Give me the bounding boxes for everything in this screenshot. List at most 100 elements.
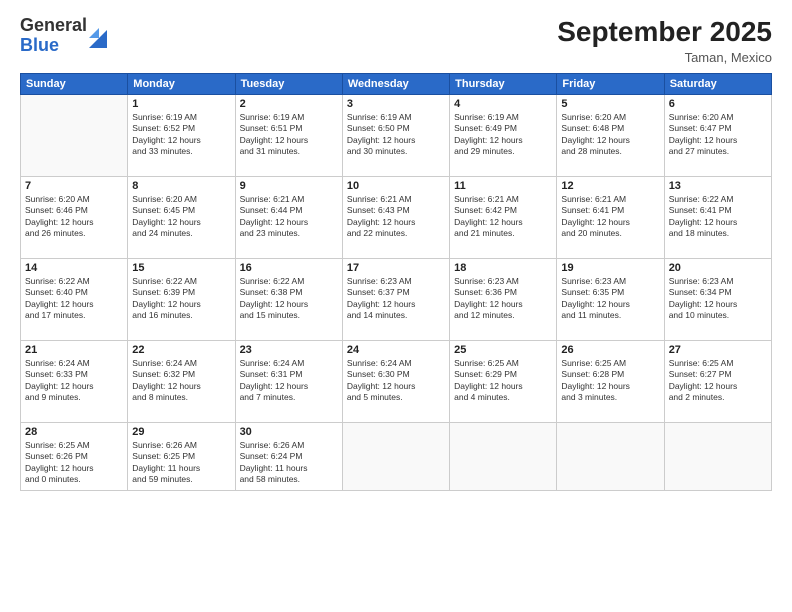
day-info: Sunrise: 6:24 AMSunset: 6:31 PMDaylight:… xyxy=(240,358,338,404)
day-info: Sunrise: 6:25 AMSunset: 6:26 PMDaylight:… xyxy=(25,440,123,486)
day-info: Sunrise: 6:26 AMSunset: 6:24 PMDaylight:… xyxy=(240,440,338,486)
table-row: 20 Sunrise: 6:23 AMSunset: 6:34 PMDayligh… xyxy=(664,259,771,341)
day-info: Sunrise: 6:23 AMSunset: 6:35 PMDaylight:… xyxy=(561,276,659,322)
day-number: 25 xyxy=(454,344,552,356)
day-info: Sunrise: 6:24 AMSunset: 6:30 PMDaylight:… xyxy=(347,358,445,404)
day-number: 19 xyxy=(561,262,659,274)
day-info: Sunrise: 6:24 AMSunset: 6:32 PMDaylight:… xyxy=(132,358,230,404)
table-row xyxy=(557,423,664,491)
table-row: 24 Sunrise: 6:24 AMSunset: 6:30 PMDayligh… xyxy=(342,341,449,423)
day-number: 17 xyxy=(347,262,445,274)
table-row: 12Sunrise: 6:21 AMSunset: 6:41 PMDayligh… xyxy=(557,177,664,259)
day-info: Sunrise: 6:21 AMSunset: 6:42 PMDaylight:… xyxy=(454,194,552,240)
day-info: Sunrise: 6:19 AMSunset: 6:51 PMDaylight:… xyxy=(240,112,338,158)
day-number: 2 xyxy=(240,98,338,110)
day-info: Sunrise: 6:25 AMSunset: 6:27 PMDaylight:… xyxy=(669,358,767,404)
day-number: 4 xyxy=(454,98,552,110)
calendar-header-row: Sunday Monday Tuesday Wednesday Thursday… xyxy=(21,74,772,95)
table-row: 30 Sunrise: 6:26 AMSunset: 6:24 PMDayligh… xyxy=(235,423,342,491)
day-number: 24 xyxy=(347,344,445,356)
table-row xyxy=(342,423,449,491)
logo: General Blue xyxy=(20,16,107,56)
day-info: Sunrise: 6:20 AMSunset: 6:45 PMDaylight:… xyxy=(132,194,230,240)
col-friday: Friday xyxy=(557,74,664,95)
day-info: Sunrise: 6:19 AMSunset: 6:49 PMDaylight:… xyxy=(454,112,552,158)
month-title: September 2025 xyxy=(557,16,772,48)
header: General Blue September 2025 Taman, Mexic… xyxy=(20,16,772,65)
table-row: 14 Sunrise: 6:22 AMSunset: 6:40 PMDayligh… xyxy=(21,259,128,341)
day-number: 6 xyxy=(669,98,767,110)
day-number: 18 xyxy=(454,262,552,274)
day-number: 5 xyxy=(561,98,659,110)
day-info: Sunrise: 6:20 AMSunset: 6:46 PMDaylight:… xyxy=(25,194,123,240)
table-row xyxy=(450,423,557,491)
day-info: Sunrise: 6:22 AMSunset: 6:38 PMDaylight:… xyxy=(240,276,338,322)
day-info: Sunrise: 6:23 AMSunset: 6:36 PMDaylight:… xyxy=(454,276,552,322)
table-row: 25 Sunrise: 6:25 AMSunset: 6:29 PMDayligh… xyxy=(450,341,557,423)
day-number: 9 xyxy=(240,180,338,192)
table-row: 3Sunrise: 6:19 AMSunset: 6:50 PMDaylight… xyxy=(342,95,449,177)
day-number: 22 xyxy=(132,344,230,356)
col-wednesday: Wednesday xyxy=(342,74,449,95)
table-row: 1 Sunrise: 6:19 AMSunset: 6:52 PMDaylight… xyxy=(128,95,235,177)
table-row: 19 Sunrise: 6:23 AMSunset: 6:35 PMDayligh… xyxy=(557,259,664,341)
table-row: 11 Sunrise: 6:21 AMSunset: 6:42 PMDayligh… xyxy=(450,177,557,259)
day-info: Sunrise: 6:20 AMSunset: 6:47 PMDaylight:… xyxy=(669,112,767,158)
calendar: Sunday Monday Tuesday Wednesday Thursday… xyxy=(20,73,772,491)
table-row: 9 Sunrise: 6:21 AMSunset: 6:44 PMDaylight… xyxy=(235,177,342,259)
day-number: 7 xyxy=(25,180,123,192)
table-row: 7 Sunrise: 6:20 AMSunset: 6:46 PMDaylight… xyxy=(21,177,128,259)
table-row: 5 Sunrise: 6:20 AMSunset: 6:48 PMDaylight… xyxy=(557,95,664,177)
table-row: 13Sunrise: 6:22 AMSunset: 6:41 PMDayligh… xyxy=(664,177,771,259)
day-number: 15 xyxy=(132,262,230,274)
day-number: 21 xyxy=(25,344,123,356)
day-number: 23 xyxy=(240,344,338,356)
day-info: Sunrise: 6:22 AMSunset: 6:40 PMDaylight:… xyxy=(25,276,123,322)
day-number: 1 xyxy=(132,98,230,110)
day-number: 11 xyxy=(454,180,552,192)
logo-general: General xyxy=(20,16,87,36)
table-row: 4 Sunrise: 6:19 AMSunset: 6:49 PMDaylight… xyxy=(450,95,557,177)
table-row: 27 Sunrise: 6:25 AMSunset: 6:27 PMDayligh… xyxy=(664,341,771,423)
day-info: Sunrise: 6:21 AMSunset: 6:43 PMDaylight:… xyxy=(347,194,445,240)
day-number: 13 xyxy=(669,180,767,192)
logo-text: General Blue xyxy=(20,16,87,56)
day-info: Sunrise: 6:23 AMSunset: 6:34 PMDaylight:… xyxy=(669,276,767,322)
day-number: 26 xyxy=(561,344,659,356)
col-sunday: Sunday xyxy=(21,74,128,95)
day-info: Sunrise: 6:21 AMSunset: 6:44 PMDaylight:… xyxy=(240,194,338,240)
day-info: Sunrise: 6:23 AMSunset: 6:37 PMDaylight:… xyxy=(347,276,445,322)
day-number: 29 xyxy=(132,426,230,438)
table-row: 8 Sunrise: 6:20 AMSunset: 6:45 PMDaylight… xyxy=(128,177,235,259)
table-row: 10 Sunrise: 6:21 AMSunset: 6:43 PMDayligh… xyxy=(342,177,449,259)
day-number: 28 xyxy=(25,426,123,438)
day-info: Sunrise: 6:20 AMSunset: 6:48 PMDaylight:… xyxy=(561,112,659,158)
day-number: 27 xyxy=(669,344,767,356)
table-row: 15Sunrise: 6:22 AMSunset: 6:39 PMDayligh… xyxy=(128,259,235,341)
table-row: 29Sunrise: 6:26 AMSunset: 6:25 PMDayligh… xyxy=(128,423,235,491)
col-monday: Monday xyxy=(128,74,235,95)
day-number: 8 xyxy=(132,180,230,192)
day-info: Sunrise: 6:19 AMSunset: 6:52 PMDaylight:… xyxy=(132,112,230,158)
page: General Blue September 2025 Taman, Mexic… xyxy=(0,0,792,612)
day-number: 30 xyxy=(240,426,338,438)
day-info: Sunrise: 6:25 AMSunset: 6:29 PMDaylight:… xyxy=(454,358,552,404)
location: Taman, Mexico xyxy=(557,50,772,65)
col-thursday: Thursday xyxy=(450,74,557,95)
table-row xyxy=(21,95,128,177)
table-row: 28 Sunrise: 6:25 AMSunset: 6:26 PMDayligh… xyxy=(21,423,128,491)
day-number: 16 xyxy=(240,262,338,274)
table-row: 21Sunrise: 6:24 AMSunset: 6:33 PMDayligh… xyxy=(21,341,128,423)
day-number: 12 xyxy=(561,180,659,192)
table-row: 2 Sunrise: 6:19 AMSunset: 6:51 PMDaylight… xyxy=(235,95,342,177)
day-info: Sunrise: 6:25 AMSunset: 6:28 PMDaylight:… xyxy=(561,358,659,404)
table-row: 23 Sunrise: 6:24 AMSunset: 6:31 PMDayligh… xyxy=(235,341,342,423)
day-number: 20 xyxy=(669,262,767,274)
table-row: 26 Sunrise: 6:25 AMSunset: 6:28 PMDayligh… xyxy=(557,341,664,423)
day-info: Sunrise: 6:19 AMSunset: 6:50 PMDaylight:… xyxy=(347,112,445,158)
logo-blue: Blue xyxy=(20,36,87,56)
table-row: 22 Sunrise: 6:24 AMSunset: 6:32 PMDayligh… xyxy=(128,341,235,423)
day-number: 14 xyxy=(25,262,123,274)
day-number: 10 xyxy=(347,180,445,192)
logo-icon xyxy=(89,20,107,48)
